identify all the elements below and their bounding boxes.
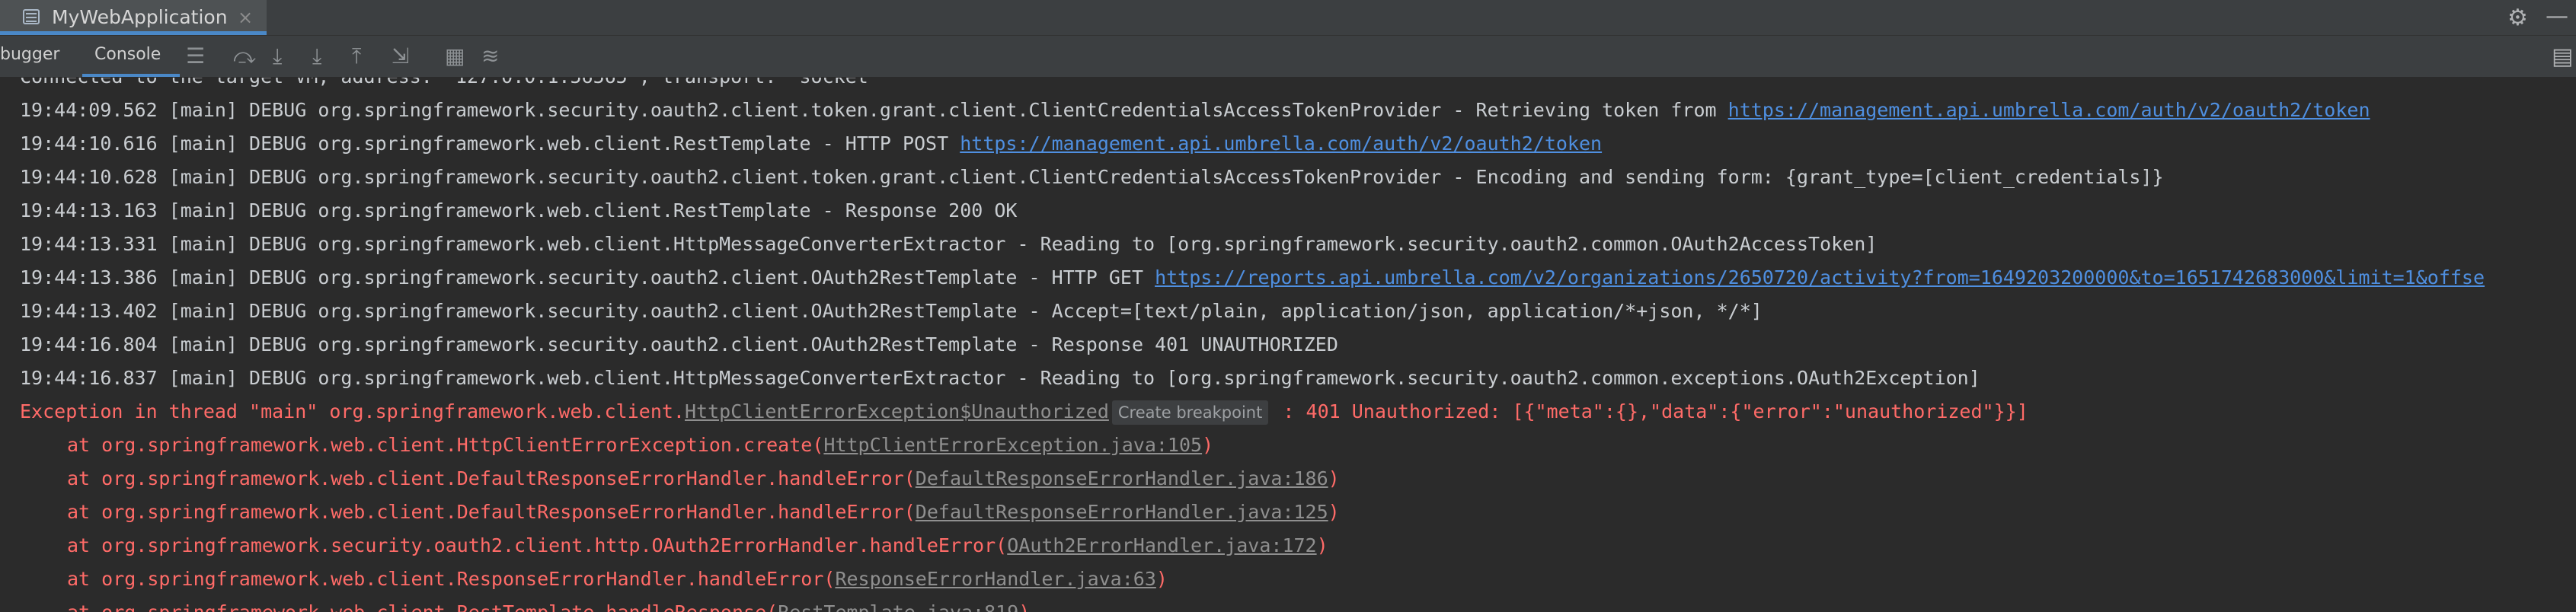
source-link[interactable]: DefaultResponseErrorHandler.java:125 — [916, 501, 1328, 523]
minimize-icon[interactable]: — — [2546, 3, 2568, 30]
source-link[interactable]: HttpClientErrorException.java:105 — [823, 434, 1202, 456]
console-line: 19:44:16.804 [main] DEBUG org.springfram… — [20, 333, 1338, 355]
url-link[interactable]: https://management.api.umbrella.com/auth… — [1728, 99, 2370, 121]
exception-line: Exception in thread "main" org.springfra… — [20, 396, 2028, 428]
active-tab-indicator — [0, 31, 267, 35]
url-link[interactable]: https://management.api.umbrella.com/auth… — [960, 132, 1602, 155]
stack-frame: at org.springframework.web.client.HttpCl… — [67, 434, 1214, 456]
step-into-icon[interactable]: ⤓ — [273, 43, 282, 69]
trace-icon[interactable]: ≋ — [481, 43, 499, 69]
gear-icon[interactable]: ⚙ — [2507, 5, 2528, 31]
menu-icon[interactable]: ☰ — [186, 43, 205, 69]
application-icon — [23, 9, 40, 24]
create-breakpoint-tooltip[interactable]: Create breakpoint — [1111, 400, 1269, 425]
console-line: 19:44:09.562 [main] DEBUG org.springfram… — [20, 99, 2370, 121]
console-line: 19:44:13.402 [main] DEBUG org.springfram… — [20, 300, 1763, 322]
stack-frame: at org.springframework.web.client.Defaul… — [67, 501, 1340, 523]
console-output[interactable]: Connected to the target VM, address: '12… — [0, 78, 2576, 612]
source-link[interactable]: DefaultResponseErrorHandler.java:186 — [916, 467, 1328, 489]
source-link[interactable]: ResponseErrorHandler.java:63 — [835, 568, 1155, 590]
run-tab-title: MyWebApplication — [52, 6, 228, 28]
close-tab-icon[interactable]: × — [238, 7, 253, 28]
exception-class-link[interactable]: HttpClientErrorException$Unauthorized — [685, 400, 1109, 422]
console-line: 19:44:13.331 [main] DEBUG org.springfram… — [20, 233, 1878, 255]
tab-debugger[interactable]: bugger — [0, 45, 59, 64]
console-line: 19:44:13.386 [main] DEBUG org.springfram… — [20, 266, 2485, 288]
stack-frame: at org.springframework.web.client.Defaul… — [67, 467, 1340, 489]
active-tab-indicator — [82, 74, 180, 77]
console-line-partial: Connected to the target VM, address: '12… — [20, 78, 880, 93]
step-over-icon[interactable]: ⤼ — [233, 43, 256, 69]
console-line: 19:44:10.616 [main] DEBUG org.springfram… — [20, 132, 1603, 155]
title-bar: MyWebApplication × ⚙ — — [0, 0, 2576, 36]
step-out-icon[interactable]: ⤒ — [352, 43, 361, 69]
stack-frame: at org.springframework.web.client.Respon… — [67, 568, 1168, 590]
console-line: 19:44:10.628 [main] DEBUG org.springfram… — [20, 166, 2164, 188]
layout-icon[interactable]: ▤ — [2552, 43, 2573, 70]
tab-console[interactable]: Console — [94, 45, 161, 64]
stack-frame: at org.springframework.web.client.RestTe… — [67, 597, 1030, 612]
console-line: 19:44:13.163 [main] DEBUG org.springfram… — [20, 199, 1018, 222]
url-link[interactable]: https://reports.api.umbrella.com/v2/orga… — [1155, 266, 2485, 288]
run-to-cursor-icon[interactable]: ⇲ — [392, 43, 409, 69]
evaluate-icon[interactable]: ▦ — [445, 43, 465, 69]
stack-frame: at org.springframework.security.oauth2.c… — [67, 534, 1328, 556]
console-line: 19:44:16.837 [main] DEBUG org.springfram… — [20, 367, 1980, 389]
run-tab-mywebapplication[interactable]: MyWebApplication × — [0, 0, 267, 35]
source-link[interactable]: RestTemplate.java:819 — [778, 601, 1018, 612]
force-step-into-icon[interactable]: ⤓ — [312, 43, 321, 69]
debug-toolbar: bugger Console ☰ ⤼ ⤓ ⤓ ⤒ ⇲ ▦ ≋ ▤ — [0, 36, 2576, 78]
source-link[interactable]: OAuth2ErrorHandler.java:172 — [1007, 534, 1316, 556]
